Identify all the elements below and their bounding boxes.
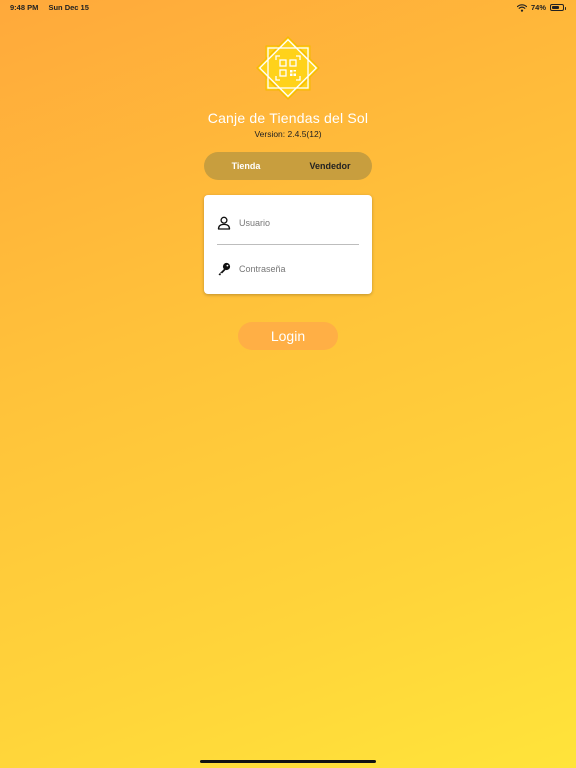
status-date: Sun Dec 15 (48, 3, 89, 12)
key-icon (218, 262, 231, 276)
password-field[interactable] (217, 250, 359, 288)
version-label: Version: 2.4.5(12) (254, 129, 322, 139)
battery-fill (552, 6, 559, 9)
status-bar: 9:48 PM Sun Dec 15 74% (0, 0, 576, 14)
status-left: 9:48 PM Sun Dec 15 (10, 3, 89, 12)
role-segmented-control[interactable]: Tienda Vendedor (204, 152, 372, 180)
login-card (204, 195, 372, 294)
username-input[interactable] (239, 217, 359, 228)
wifi-icon (516, 3, 527, 12)
status-right: 74% (516, 3, 566, 12)
segment-vendedor[interactable]: Vendedor (288, 152, 372, 180)
status-time: 9:48 PM (10, 3, 39, 12)
qr-code-star-logo (256, 36, 320, 100)
home-indicator[interactable] (200, 760, 376, 763)
password-input[interactable] (239, 264, 359, 274)
battery-percent: 74% (530, 3, 546, 12)
person-icon (217, 216, 231, 230)
username-field[interactable] (217, 201, 359, 245)
battery-icon (550, 4, 566, 11)
segment-tienda[interactable]: Tienda (204, 152, 288, 180)
app-title: Canje de Tiendas del Sol (207, 110, 369, 126)
login-button[interactable]: Login (238, 322, 338, 350)
